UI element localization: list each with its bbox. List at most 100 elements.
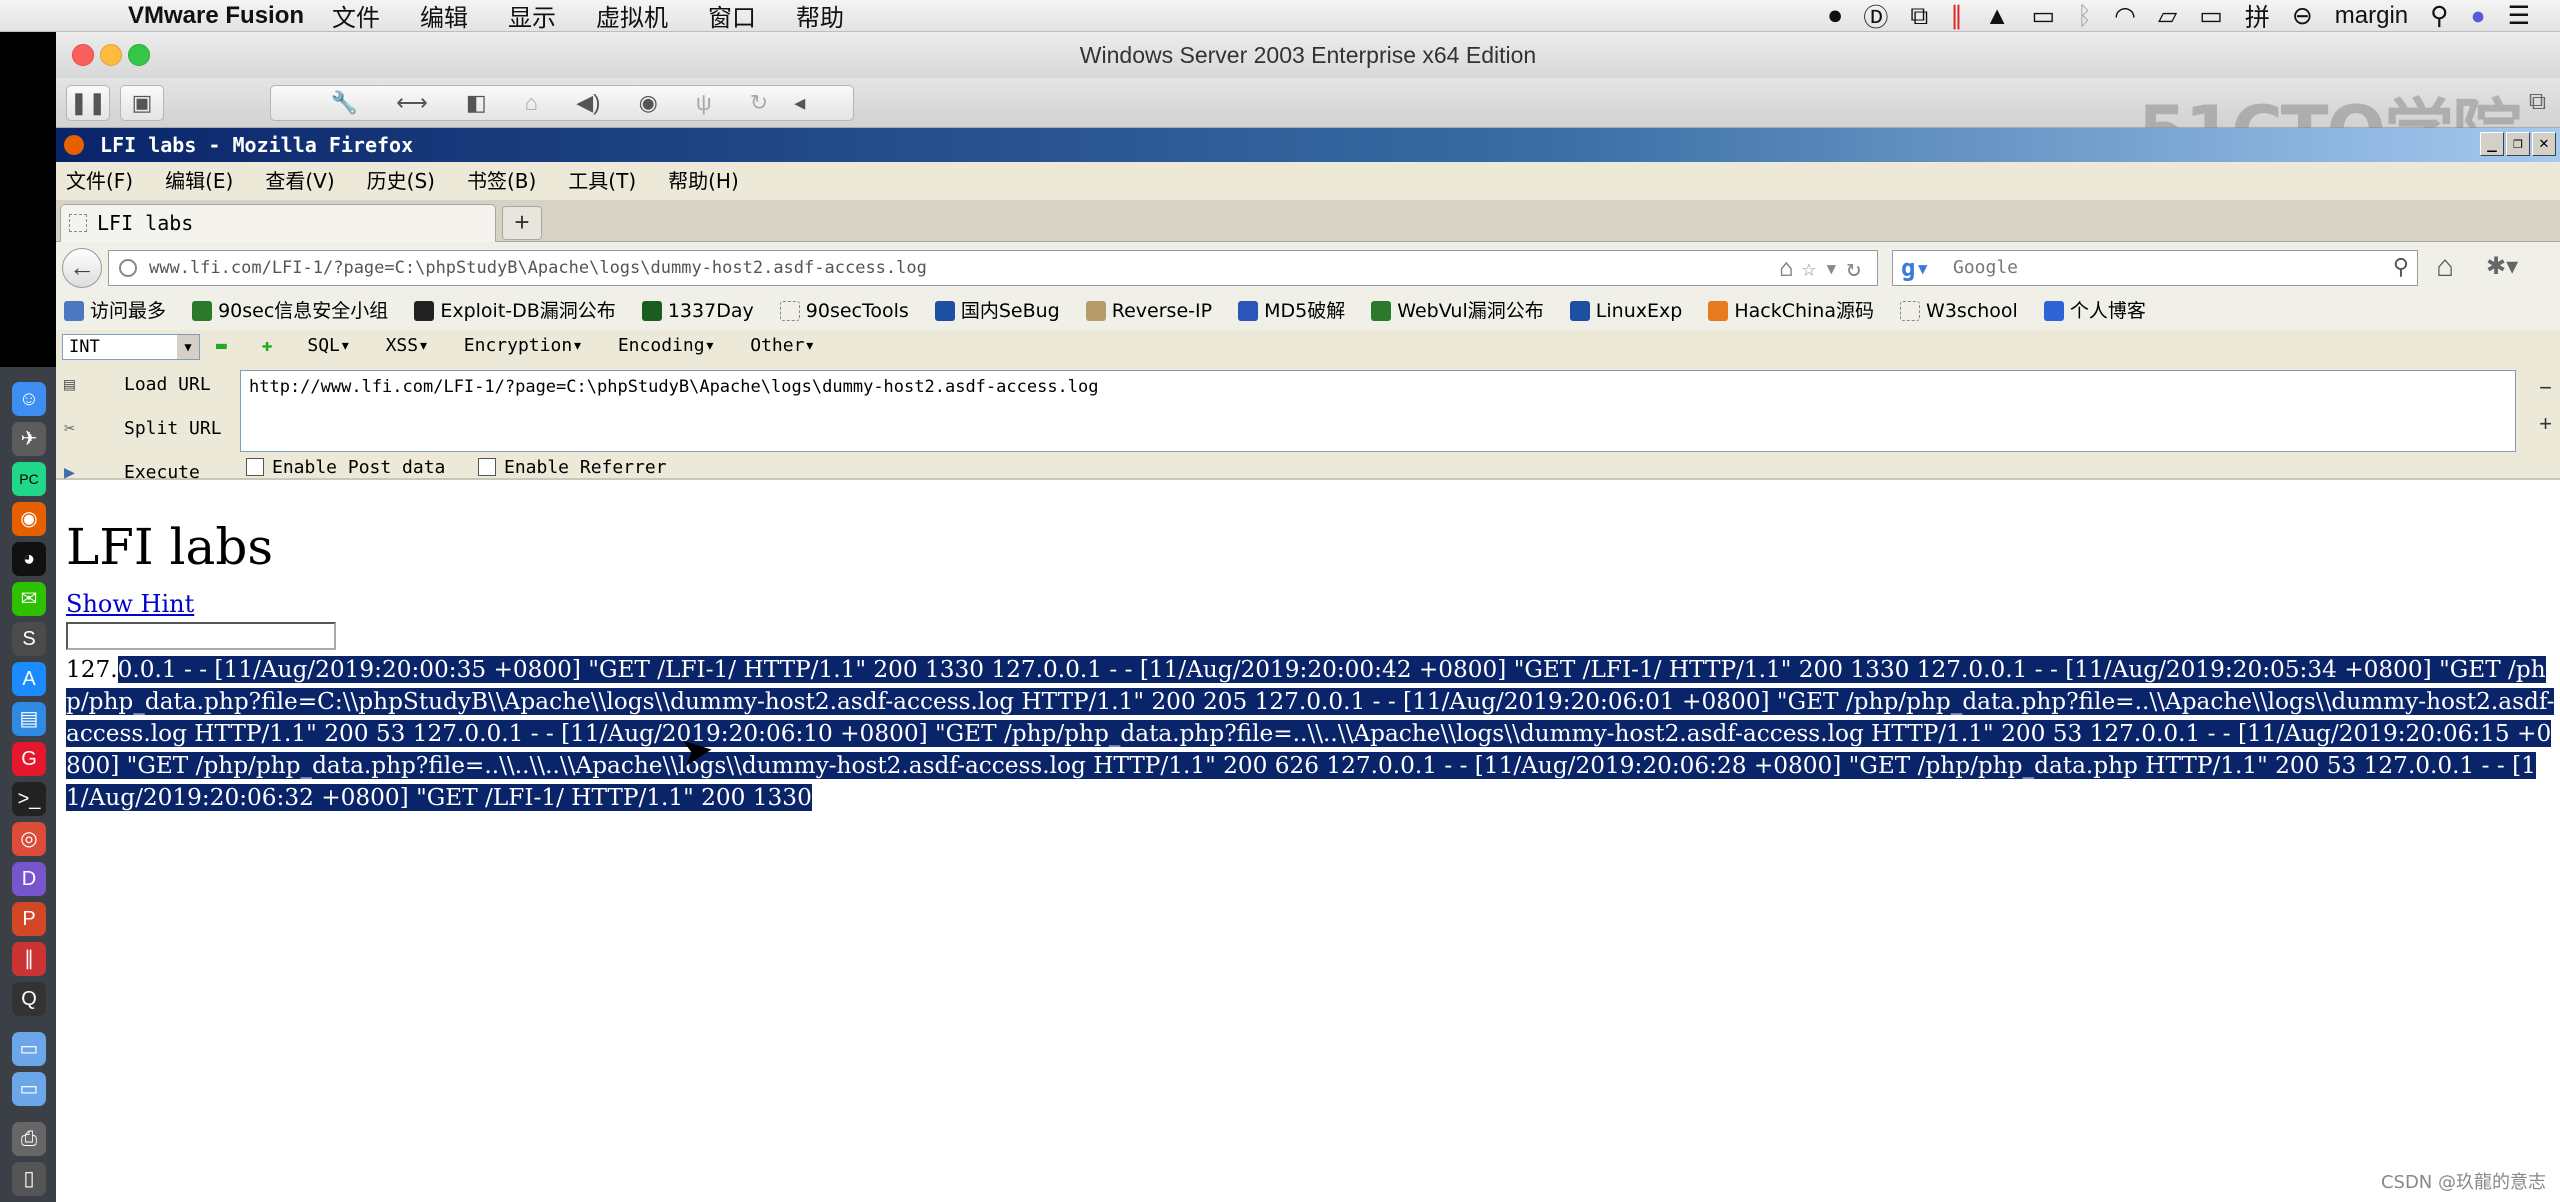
parallels-icon[interactable]: ∥ xyxy=(1950,1,1963,31)
bookmark-md5[interactable]: MD5破解 xyxy=(1238,292,1345,330)
powerpoint-icon[interactable]: P xyxy=(12,902,46,936)
sublime-icon[interactable]: S xyxy=(12,622,46,656)
bookmark-reverse-ip[interactable]: Reverse-IP xyxy=(1085,292,1212,330)
mac-menu-view[interactable]: 显示 xyxy=(508,0,556,33)
home-marker-icon[interactable]: ⌂ xyxy=(1779,254,1801,282)
firefox-dock-icon[interactable]: ◉ xyxy=(12,502,46,536)
type-select[interactable]: INT ▼ xyxy=(62,334,200,360)
split-url-button[interactable]: ✂ Split URL xyxy=(64,418,222,439)
enable-post-checkbox[interactable]: Enable Post data xyxy=(246,458,445,478)
menu-encryption[interactable]: Encryption▾ xyxy=(464,335,583,356)
zoom-out-icon[interactable]: − xyxy=(2539,370,2552,406)
address-bar[interactable]: www.lfi.com/LFI-1/?page=C:\phpStudyB\Apa… xyxy=(108,250,1878,286)
network-icon[interactable]: ⟷ xyxy=(396,90,428,115)
tab-lfi-labs[interactable]: LFI labs xyxy=(60,204,496,242)
app-menu[interactable]: VMware Fusion xyxy=(128,2,304,30)
folder-2-icon[interactable]: ▭ xyxy=(12,1072,46,1106)
bookmark-hackchina[interactable]: HackChina源码 xyxy=(1708,292,1874,330)
quicktime-icon[interactable]: Q xyxy=(12,982,46,1016)
wrench-icon[interactable]: 🔧 xyxy=(331,90,358,115)
chevron-down-icon[interactable]: ▼ xyxy=(177,335,199,359)
menu-sql[interactable]: SQL▾ xyxy=(307,335,350,356)
checkbox[interactable] xyxy=(478,458,496,476)
bookmark-exploit-db[interactable]: Exploit-DB漏洞公布 xyxy=(414,292,616,330)
home-icon[interactable]: ⌂ xyxy=(2436,250,2454,284)
bluetooth-icon[interactable]: ᛒ xyxy=(2077,2,2092,31)
airplay-icon[interactable]: ▱ xyxy=(2158,1,2177,31)
menu-help[interactable]: 帮助(H) xyxy=(668,169,739,193)
chrome-icon[interactable]: ◎ xyxy=(12,822,46,856)
search-icon[interactable]: ⚲ xyxy=(2393,251,2409,285)
username[interactable]: margin xyxy=(2335,2,2408,30)
dropdown-arrow-icon[interactable]: ▾ xyxy=(1824,254,1846,282)
minimize-button[interactable]: _ xyxy=(2480,132,2504,156)
mac-menu-edit[interactable]: 编辑 xyxy=(420,0,468,33)
collapse-arrow-icon[interactable]: ◂ xyxy=(794,90,805,115)
minus-icon[interactable]: ▬ xyxy=(216,335,227,356)
reload-icon[interactable]: ↻ xyxy=(1847,254,1869,282)
google-icon[interactable]: g▾ xyxy=(1901,255,1930,281)
refresh-icon[interactable]: ↻ xyxy=(750,90,768,115)
zoom-window-button[interactable] xyxy=(128,44,150,66)
camera-icon[interactable]: ◉ xyxy=(639,90,658,115)
menu-encoding[interactable]: Encoding▾ xyxy=(618,335,716,356)
menu-bookmarks[interactable]: 书签(B) xyxy=(467,169,536,193)
bookmark-90sectools[interactable]: 90secTools xyxy=(779,292,909,330)
extension-icon[interactable]: ✱▾ xyxy=(2486,252,2518,281)
bookmark-1337day[interactable]: 1337Day xyxy=(641,292,754,330)
mac-menu-file[interactable]: 文件 xyxy=(332,0,380,33)
sound-icon[interactable]: ◀) xyxy=(576,90,600,115)
usb-icon[interactable]: ψ xyxy=(696,90,712,115)
lock-icon[interactable]: ⌂ xyxy=(525,90,538,115)
disk-icon[interactable]: ◧ xyxy=(466,90,487,115)
menu-view[interactable]: 查看(V) xyxy=(265,169,334,193)
checkbox[interactable] xyxy=(246,458,264,476)
pause-button[interactable]: ❚❚ xyxy=(66,85,110,121)
pycharm-icon[interactable]: PC xyxy=(12,462,46,496)
spotlight-search-icon[interactable]: ⚲ xyxy=(2430,1,2448,31)
maximize-button[interactable]: ❐ xyxy=(2506,132,2530,156)
restore-icon[interactable]: ⧉ xyxy=(2529,88,2546,116)
notification-center-icon[interactable]: ☰ xyxy=(2508,1,2530,31)
new-tab-button[interactable]: + xyxy=(502,206,542,240)
launchpad-icon[interactable]: ✈ xyxy=(12,422,46,456)
bookmark-w3school[interactable]: W3school xyxy=(1900,292,2018,330)
minus-circle-icon[interactable]: ⊖ xyxy=(2292,1,2313,31)
plus-icon[interactable]: ✚ xyxy=(262,335,273,356)
display-icon[interactable]: ▭ xyxy=(2032,1,2056,31)
wifi-icon[interactable]: ◠ xyxy=(2114,1,2136,31)
show-hint-link[interactable]: Show Hint xyxy=(66,590,194,618)
finder-icon[interactable]: ☺ xyxy=(12,382,46,416)
execute-button[interactable]: ▶ Execute xyxy=(64,462,200,483)
menu-file[interactable]: 文件(F) xyxy=(66,169,133,193)
copy-icon[interactable]: ⧉ xyxy=(1910,2,1928,31)
zoom-in-icon[interactable]: + xyxy=(2539,406,2552,442)
mac-menu-help[interactable]: 帮助 xyxy=(796,0,844,33)
minimize-window-button[interactable] xyxy=(100,44,122,66)
snapshot-button[interactable]: ▣ xyxy=(120,85,164,121)
close-button[interactable]: ✕ xyxy=(2532,132,2556,156)
app-store-icon[interactable]: A xyxy=(12,662,46,696)
qq-icon[interactable]: ◕ xyxy=(12,542,46,576)
siri-icon[interactable]: ● xyxy=(2470,2,2485,31)
url-textarea[interactable]: http://www.lfi.com/LFI-1/?page=C:\phpStu… xyxy=(240,370,2516,452)
back-button[interactable]: ← xyxy=(62,248,102,288)
bookmark-most-visited[interactable]: 访问最多 xyxy=(64,292,166,330)
activity-icon[interactable]: ▲ xyxy=(1985,2,2010,31)
bookmark-linuxexp[interactable]: LinuxExp xyxy=(1569,292,1682,330)
menu-xss[interactable]: XSS▾ xyxy=(386,335,429,356)
bookmark-90sec[interactable]: 90sec信息安全小组 xyxy=(192,292,388,330)
folder-icon[interactable]: ▭ xyxy=(12,1032,46,1066)
battery-icon[interactable]: ▭ xyxy=(2199,1,2223,31)
hint-input[interactable] xyxy=(66,622,336,650)
input-method-icon[interactable]: 拼 xyxy=(2245,0,2270,34)
trash-icon[interactable]: ▯ xyxy=(12,1162,46,1196)
load-url-button[interactable]: ▤ Load URL xyxy=(64,374,211,395)
menu-tools[interactable]: 工具(T) xyxy=(568,169,636,193)
search-box[interactable]: g▾ Google ⚲ xyxy=(1892,250,2418,286)
star-icon[interactable]: ☆ xyxy=(1802,254,1824,282)
menu-edit[interactable]: 编辑(E) xyxy=(165,169,233,193)
dash-icon[interactable]: D xyxy=(12,862,46,896)
bookmark-webvul[interactable]: WebVul漏洞公布 xyxy=(1371,292,1544,330)
d-app-icon[interactable]: Ⓓ xyxy=(1863,0,1888,34)
